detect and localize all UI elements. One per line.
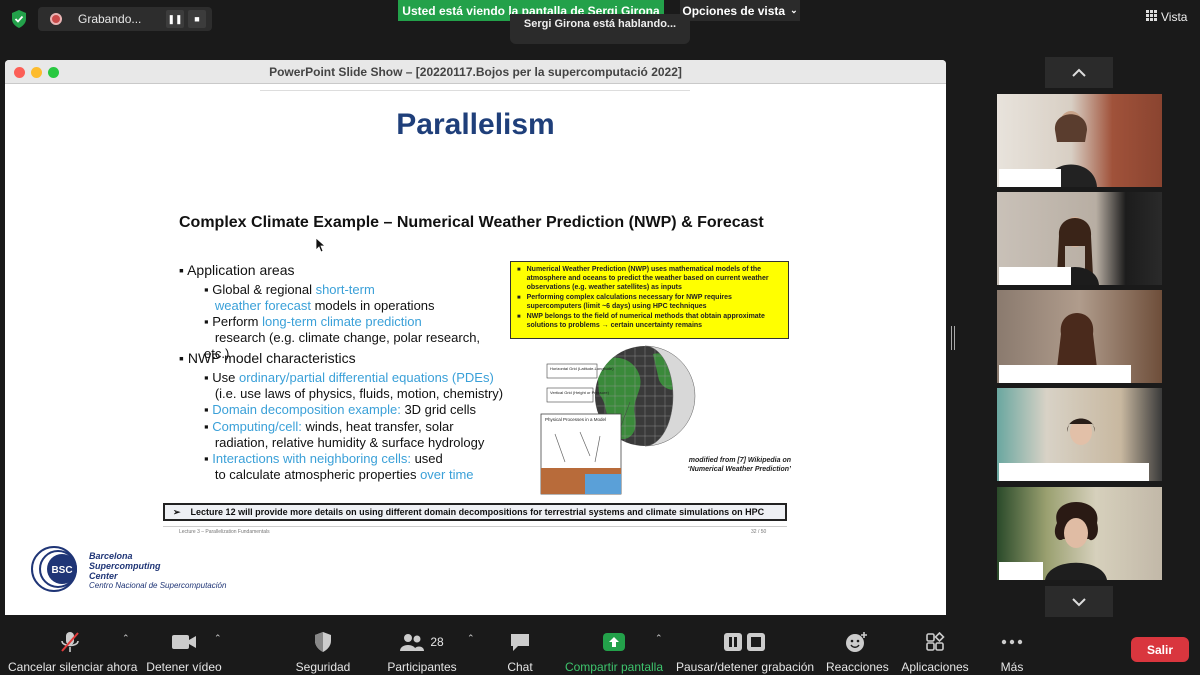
participant-video-4[interactable] [997,388,1162,481]
apps-icon [926,632,945,651]
slide-subtitle: Complex Climate Example – Numerical Weat… [179,214,764,231]
participants-options-chevron-icon[interactable]: ⌃ [467,633,475,644]
participants-label: Participantes [387,660,457,674]
bsc-subtitle: Centro Nacional de Supercomputación [89,581,227,590]
security-shield-icon[interactable] [10,9,28,29]
grid-icon [1146,10,1157,24]
shield-icon [315,632,331,652]
video-options-chevron-icon[interactable]: ⌃ [214,633,222,644]
horizontal-grid-label: Horizontal Grid (Latitude-Longitude) [550,366,614,371]
participant-video-5[interactable] [997,487,1162,580]
reactions-button[interactable]: Reacciones [826,630,889,674]
bsc-logo-text: BSC [51,565,72,576]
pause-recording-icon[interactable]: ❚❚ [166,10,184,28]
lecture-note-box: ➢ Lecture 12 will provide more details o… [163,503,787,521]
chevron-down-icon: ⌄ [790,5,798,15]
active-speaker-label: Sergi Girona está hablando... [510,14,690,44]
leave-meeting-button[interactable]: Salir [1131,637,1189,662]
video-camera-icon [172,635,196,649]
audio-options-chevron-icon[interactable]: ⌃ [122,633,130,644]
slide-top-divider [260,90,690,91]
more-button[interactable]: Más [996,630,1028,674]
share-screen-label: Compartir pantalla [564,660,664,674]
physical-processes-label: Physical Processes in a Model [545,417,606,422]
reactions-label: Reacciones [826,660,889,674]
definition-item: ■ Numerical Weather Prediction (NWP) uses… [517,266,769,291]
share-screen-button[interactable]: Compartir pantalla [562,630,666,674]
chat-button[interactable]: Chat [502,630,538,674]
participants-button[interactable]: 28 Participantes [386,630,458,674]
view-button[interactable]: Vista [1146,9,1192,25]
share-screen-icon [603,633,625,651]
chevron-up-icon [1072,68,1086,77]
recording-label: Grabando... [78,12,142,26]
pause-recording-label: Pausar/detener grabación [676,660,815,674]
bullet-global-regional: ▪ Global & regional short-term weather f… [204,282,435,313]
bullet-domain-decomposition: ▪ Domain decomposition example: 3D grid … [204,402,476,417]
window-titlebar: PowerPoint Slide Show – [20220117.Bojos … [5,60,946,84]
security-label: Seguridad [295,660,351,674]
view-options-label: Opciones de vista [682,3,786,18]
recording-dot-icon [50,13,62,25]
scroll-down-button[interactable] [1045,586,1113,617]
bullet-computing-cell: ▪ Computing/cell: winds, heat transfer, … [204,419,485,450]
participant-video-3[interactable] [997,290,1162,383]
slide-title: Parallelism [396,108,555,141]
slide-footer-lecture: Lecture 3 – Parallelization Fundamentals [179,529,270,535]
stop-video-label: Detener vídeo [146,660,222,674]
arrow-bullet-icon: ➢ [173,506,181,517]
chat-label: Chat [507,660,533,674]
pause-stop-recording-icon [724,633,765,651]
meeting-toolbar: Cancelar silenciar ahora ⌃ Detener vídeo… [0,622,1200,675]
participant-name-tag [999,169,1061,187]
stop-video-button[interactable]: Detener vídeo [144,630,224,674]
participant-name-tag [999,562,1043,580]
recording-indicator: Grabando... ❚❚ ■ [38,7,212,31]
definition-item: ■ NWP belongs to the field of numerical m… [517,313,765,329]
participant-video-1[interactable] [997,94,1162,187]
participant-name-tag [999,267,1071,285]
bullet-interactions: ▪ Interactions with neighboring cells: u… [204,451,474,482]
slide-footer-divider [163,526,787,527]
mouse-cursor-icon [315,237,327,253]
view-label: Vista [1161,10,1188,24]
bullet-application-areas: ▪ Application areas [179,262,295,278]
bsc-logo-icon: BSC [31,546,77,592]
participant-name-tag [999,463,1149,481]
participants-count: 28 [430,635,444,649]
bullet-nwp-characteristics: ▪ NWP model characteristics [179,350,356,366]
chat-bubble-icon [511,634,529,651]
security-button[interactable]: Seguridad [292,630,354,674]
definition-item: ■ Performing complex calculations necessa… [517,294,732,310]
nwp-definition-box: ■ Numerical Weather Prediction (NWP) uses… [510,261,789,339]
window-title: PowerPoint Slide Show – [20220117.Bojos … [269,65,682,79]
unmute-label: Cancelar silenciar ahora [8,660,138,674]
scroll-up-button[interactable] [1045,57,1113,88]
pause-recording-button[interactable]: Pausar/detener grabación [676,630,814,674]
chevron-down-icon [1072,597,1086,606]
unmute-button[interactable]: Cancelar silenciar ahora [8,630,137,674]
share-options-chevron-icon[interactable]: ⌃ [655,633,663,644]
lecture-note-text: Lecture 12 will provide more details on … [190,507,765,517]
panel-resize-handle[interactable] [951,326,955,350]
participant-video-2[interactable] [997,192,1162,285]
more-label: Más [1000,660,1024,674]
bsc-name: Barcelona Supercomputing Center [89,551,161,581]
shared-screen-window: PowerPoint Slide Show – [20220117.Bojos … [5,60,946,615]
smiley-add-icon [846,632,867,652]
microphone-muted-icon [61,632,79,652]
participants-icon [400,634,425,651]
stop-recording-icon[interactable]: ■ [188,10,206,28]
view-options-button[interactable]: Opciones de vista ⌄ [680,0,800,21]
more-dots-icon [1001,639,1023,645]
bullet-pdes: ▪ Use ordinary/partial differential equa… [204,370,504,401]
vertical-grid-label: Vertical Grid (Height or Pressure) [550,390,610,395]
apps-button[interactable]: Aplicaciones [900,630,970,674]
apps-label: Aplicaciones [901,660,969,674]
participant-name-tag [999,365,1131,383]
source-note: modified from [7] Wikipedia on ‘Numerica… [687,457,791,473]
slide-page-number: 32 / 50 [751,529,767,535]
